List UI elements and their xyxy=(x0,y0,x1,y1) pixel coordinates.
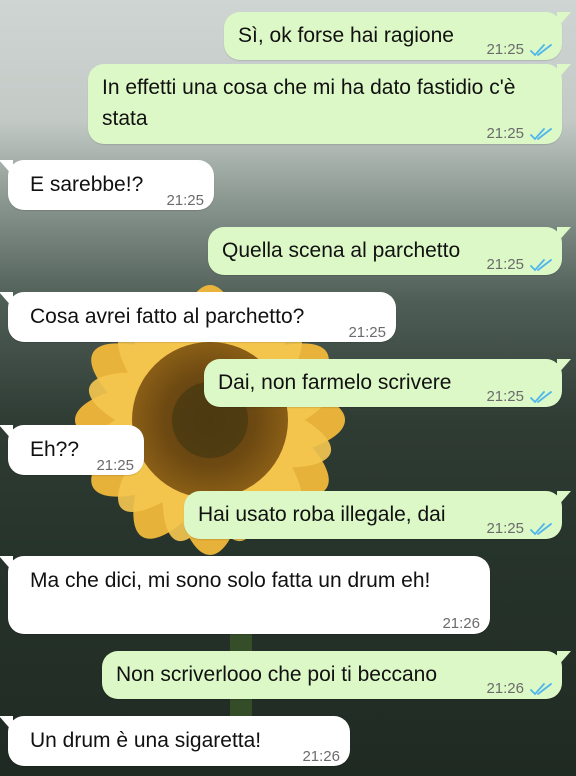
message-text: Sì, ok forse hai ragione xyxy=(238,24,454,47)
message-bubble-incoming[interactable]: E sarebbe!? 21:25 xyxy=(0,160,214,210)
message-text: Dai, non farmelo scrivere xyxy=(218,371,452,394)
message-text: E sarebbe!? xyxy=(30,173,144,196)
message-text: In effetti una cosa che mi ha dato fasti… xyxy=(102,76,516,130)
message-bubble-outgoing[interactable]: Hai usato roba illegale, dai 21:25 xyxy=(184,491,571,539)
message-text: Eh?? xyxy=(30,438,80,461)
message-bubble-outgoing[interactable]: In effetti una cosa che mi ha dato fasti… xyxy=(88,64,571,144)
message-bubble-incoming[interactable]: Un drum è una sigaretta! 21:26 xyxy=(0,716,350,766)
message-time: 21:25 xyxy=(486,256,524,273)
message-time: 21:25 xyxy=(96,457,134,474)
message-bubble-incoming[interactable]: Eh?? 21:25 xyxy=(0,425,144,475)
double-check-icon xyxy=(530,682,552,695)
message-bubble-incoming[interactable]: Cosa avrei fatto al parchetto? 21:25 xyxy=(0,292,396,342)
double-check-icon xyxy=(530,127,552,140)
message-meta: 21:25 xyxy=(166,185,204,216)
message-text: Quella scena al parchetto xyxy=(222,239,461,262)
message-text: Un drum è una sigaretta! xyxy=(30,729,262,752)
message-bubble-outgoing[interactable]: Sì, ok forse hai ragione 21:25 xyxy=(224,12,571,60)
message-bubble-outgoing[interactable]: Dai, non farmelo scrivere 21:25 xyxy=(204,359,571,407)
message-time: 21:26 xyxy=(486,680,524,697)
message-meta: 21:25 xyxy=(348,317,386,348)
message-time: 21:25 xyxy=(348,324,386,341)
message-meta: 21:25 xyxy=(486,34,552,65)
message-time: 21:26 xyxy=(442,615,480,632)
message-bubble-incoming[interactable]: Ma che dici, mi sono solo fatta un drum … xyxy=(0,556,490,634)
message-text: Cosa avrei fatto al parchetto? xyxy=(30,305,305,328)
message-bubble-outgoing[interactable]: Quella scena al parchetto 21:25 xyxy=(208,227,571,275)
double-check-icon xyxy=(530,522,552,535)
message-meta: 21:26 xyxy=(442,608,480,639)
message-text: Hai usato roba illegale, dai xyxy=(198,503,446,526)
message-time: 21:25 xyxy=(486,41,524,58)
message-text: Non scriverlooo che poi ti beccano xyxy=(116,663,438,686)
message-list[interactable]: Sì, ok forse hai ragione 21:25 In effett… xyxy=(0,0,576,776)
double-check-icon xyxy=(530,258,552,271)
message-meta: 21:25 xyxy=(486,381,552,412)
message-time: 21:25 xyxy=(486,520,524,537)
message-bubble-outgoing[interactable]: Non scriverlooo che poi ti beccano 21:26 xyxy=(102,651,571,699)
message-time: 21:25 xyxy=(486,125,524,142)
message-text: Ma che dici, mi sono solo fatta un drum … xyxy=(30,569,431,592)
message-meta: 21:26 xyxy=(302,741,340,772)
message-meta: 21:25 xyxy=(486,249,552,280)
message-meta: 21:25 xyxy=(486,513,552,544)
message-meta: 21:25 xyxy=(486,118,552,149)
message-time: 21:25 xyxy=(486,388,524,405)
message-meta: 21:25 xyxy=(96,450,134,481)
message-time: 21:25 xyxy=(166,192,204,209)
double-check-icon xyxy=(530,390,552,403)
message-time: 21:26 xyxy=(302,748,340,765)
double-check-icon xyxy=(530,43,552,56)
message-meta: 21:26 xyxy=(486,673,552,704)
